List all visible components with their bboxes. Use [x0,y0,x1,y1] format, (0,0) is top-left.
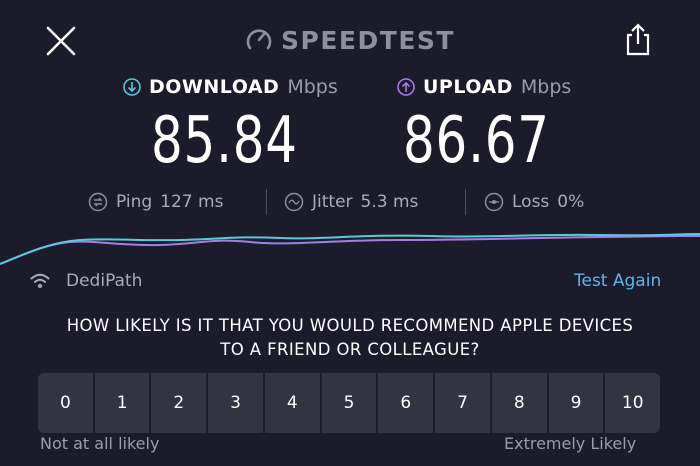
rating-option-8[interactable]: 8 [491,373,549,433]
download-unit: Mbps [287,76,338,98]
upload-arrow-icon [397,78,415,96]
rating-scale: 0 1 2 3 4 5 6 7 8 9 10 [38,373,660,433]
rating-option-7[interactable]: 7 [435,373,492,433]
ping-value: 127 ms [160,192,224,212]
rating-option-1[interactable]: 1 [94,373,152,433]
jitter-label: Jitter [312,192,353,212]
download-graph-line [0,233,700,265]
test-again-link[interactable]: Test Again [574,268,661,294]
download-label: DOWNLOAD [149,76,280,98]
upload-unit: Mbps [520,76,572,98]
speed-graph [0,233,700,265]
brand-name: SPEEDTEST [281,25,455,55]
rating-option-4[interactable]: 4 [264,373,322,433]
upload-header: UPLOAD Mbps [397,74,571,100]
question-line-2: TO A FRIEND OR COLLEAGUE? [220,340,480,359]
download-header: DOWNLOAD Mbps [123,74,338,100]
jitter-stat: Jitter 5.3 ms [284,187,418,217]
loss-icon [484,192,504,212]
download-value: 85.84 [151,104,298,178]
scale-high-label: Extremely Likely [504,434,637,453]
server-name: DediPath [66,271,143,291]
ping-stat: Ping 127 ms [88,187,223,217]
stats-row: Ping 127 ms Jitter 5.3 ms Loss 0% [0,187,700,217]
rating-option-10[interactable]: 10 [605,373,660,433]
survey-question: HOW LIKELY IS IT THAT YOU WOULD RECOMMEN… [0,314,700,362]
jitter-icon [284,192,304,212]
scale-low-label: Not at all likely [40,434,160,453]
wifi-icon [30,273,50,288]
rating-option-5[interactable]: 5 [321,373,379,433]
server-info: DediPath [30,268,142,294]
question-line-1: HOW LIKELY IS IT THAT YOU WOULD RECOMMEN… [66,316,634,335]
rating-option-9[interactable]: 9 [548,373,606,433]
rating-option-2[interactable]: 2 [151,373,209,433]
upload-label: UPLOAD [423,76,513,98]
loss-stat: Loss 0% [484,187,584,217]
speedtest-logo: SPEEDTEST [0,22,700,58]
divider [266,189,267,215]
download-arrow-icon [123,78,141,96]
ping-label: Ping [116,192,153,212]
share-icon[interactable] [622,22,654,56]
rating-option-6[interactable]: 6 [378,373,436,433]
gauge-icon [246,29,272,50]
ping-icon [88,192,108,212]
rating-option-0[interactable]: 0 [38,373,95,433]
jitter-value: 5.3 ms [360,192,419,212]
loss-label: Loss [512,192,550,212]
upload-value: 86.67 [403,104,550,178]
divider [465,189,466,215]
loss-value: 0% [557,192,585,212]
rating-option-3[interactable]: 3 [208,373,265,433]
